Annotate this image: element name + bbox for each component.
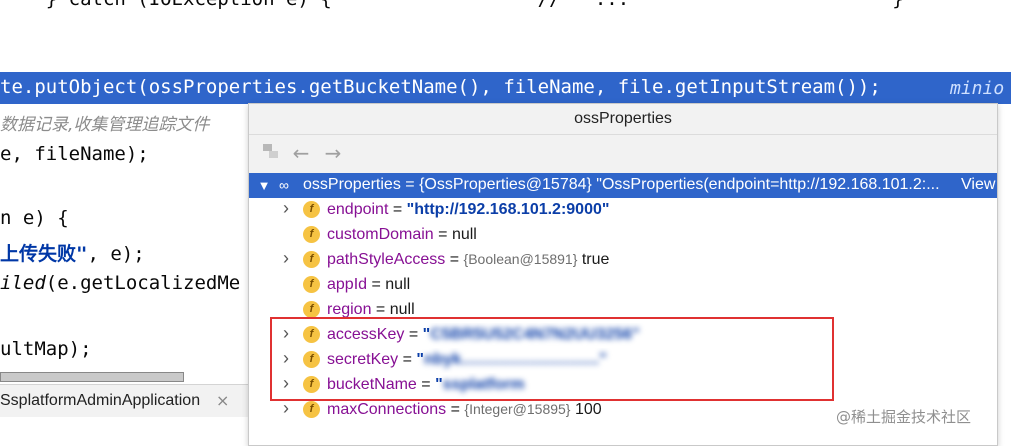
watermark: @稀土掘金技术社区 (836, 408, 972, 426)
field-value: null (389, 301, 415, 318)
root-value: = {OssProperties@15784} "OssProperties(e… (400, 176, 940, 193)
view-link[interactable]: View (961, 176, 995, 194)
code-comment: 数据记录,收集管理追踪文件 (0, 115, 210, 135)
field-extra: 100 (570, 401, 602, 418)
equals-sign: = (446, 401, 465, 418)
equals-sign: = (388, 201, 407, 218)
tree-root-row[interactable]: ▼ ∞ ossProperties = {OssProperties@15784… (249, 173, 997, 198)
code-string: 上传失败" (0, 243, 88, 265)
tree-row-endpoint[interactable]: › f endpoint = "http://192.168.101.2:9000" (249, 198, 997, 223)
code-method-italic: iled (0, 272, 46, 294)
field-value: null (451, 226, 477, 243)
code-line-7: ultMap); (0, 338, 92, 360)
field-name: region (327, 301, 372, 318)
code-line-6: iled(e.getLocalizedMe (0, 272, 240, 294)
field-name: pathStyleAccess (327, 251, 446, 268)
forward-arrow-icon[interactable]: → (321, 141, 345, 165)
root-text: ossProperties = {OssProperties@15784} "O… (303, 176, 940, 194)
field-text: maxConnections = {Integer@15895} 100 (327, 401, 602, 419)
field-name: maxConnections (327, 401, 447, 418)
code-line-5-rest: , e); (87, 243, 145, 265)
field-name: customDomain (327, 226, 434, 243)
tab-label: SsplatformAdminApplication (0, 392, 201, 409)
field-icon: f (303, 401, 320, 418)
close-icon[interactable]: × (216, 391, 229, 410)
highlight-box (270, 317, 834, 401)
code-line-4: n e) { (0, 207, 69, 229)
equals-sign: = (367, 276, 386, 293)
field-icon: f (303, 301, 320, 318)
editor-tab[interactable]: SsplatformAdminApplication × (0, 384, 248, 417)
code-line-top: } catch (IOException e) { // ... } (0, 0, 904, 10)
code-line-6-rest: (e.getLocalizedMe (45, 272, 241, 294)
field-text: appId = null (327, 276, 410, 294)
field-icon: f (303, 226, 320, 243)
highlighted-code-line: te.putObject(ossProperties.getBucketName… (0, 72, 1011, 104)
chevron-down-icon[interactable]: ▼ (257, 178, 271, 193)
field-icon: f (303, 276, 320, 293)
field-text: pathStyleAccess = {Boolean@15891} true (327, 251, 609, 269)
watch-glasses-icon: ∞ (279, 177, 289, 193)
field-value: "http://192.168.101.2:9000" (406, 201, 610, 218)
field-name: endpoint (327, 201, 389, 218)
field-value: {Boolean@15891} (463, 251, 578, 267)
field-value: {Integer@15895} (464, 401, 571, 417)
code-line-5: 上传失败", e); (0, 239, 145, 266)
root-name: ossProperties (303, 176, 401, 193)
code-line-3: e, fileName); (0, 143, 149, 165)
chevron-right-icon[interactable]: › (279, 398, 293, 419)
popup-toolbar: ← → (249, 135, 997, 173)
field-value: null (385, 276, 411, 293)
code-line-putobject: te.putObject(ossProperties.getBucketName… (0, 76, 881, 98)
horizontal-scrollbar[interactable] (0, 372, 184, 382)
field-extra: true (577, 251, 610, 268)
equals-sign: = (371, 301, 390, 318)
field-icon: f (303, 201, 320, 218)
field-text: endpoint = "http://192.168.101.2:9000" (327, 201, 609, 219)
tree-row-pathstyleaccess[interactable]: › f pathStyleAccess = {Boolean@15891} true (249, 248, 997, 273)
hierarchy-icon[interactable] (259, 141, 283, 165)
tree-row-customdomain[interactable]: f customDomain = null (249, 223, 997, 248)
inlay-hint: minio (950, 78, 1005, 99)
chevron-right-icon[interactable]: › (279, 198, 293, 219)
equals-sign: = (445, 251, 464, 268)
back-arrow-icon[interactable]: ← (289, 141, 313, 165)
chevron-right-icon[interactable]: › (279, 248, 293, 269)
popup-title: ossProperties (249, 104, 997, 135)
field-text: customDomain = null (327, 226, 477, 244)
field-name: appId (327, 276, 368, 293)
field-icon: f (303, 251, 320, 268)
equals-sign: = (433, 226, 452, 243)
tree-row-appid[interactable]: f appId = null (249, 273, 997, 298)
